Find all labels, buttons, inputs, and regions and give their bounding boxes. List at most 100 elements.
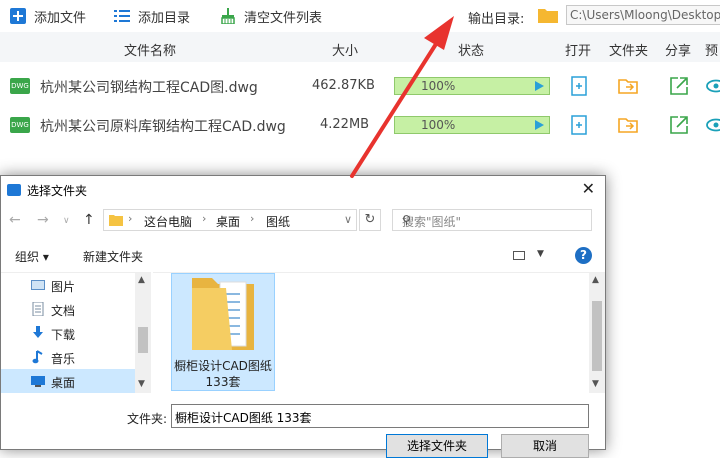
header-share: 分享 — [665, 44, 692, 59]
help-icon[interactable]: ? — [575, 247, 592, 264]
toolbar: 添加文件 添加目录 清空文件列表 输出目录: C:\Users\Mloong\D… — [0, 0, 720, 32]
file-name: 杭州某公司钢结构工程CAD图.dwg — [40, 80, 258, 96]
folder-icon — [109, 215, 123, 226]
tree-item-desktop[interactable]: 桌面 — [1, 369, 135, 393]
progress-bar: 100% — [394, 116, 550, 134]
breadcrumb-item[interactable]: 这台电脑 — [144, 213, 192, 230]
back-arrow-icon[interactable]: ← — [9, 212, 21, 228]
clear-list-button[interactable]: 清空文件列表 — [220, 6, 322, 26]
new-folder-button[interactable]: 新建文件夹 — [83, 248, 143, 265]
view-dropdown-icon[interactable]: ▼ — [537, 249, 544, 259]
progress-text: 100% — [421, 79, 456, 93]
share-icon[interactable] — [669, 76, 689, 96]
header-folder: 文件夹 — [609, 44, 649, 59]
scroll-down-icon[interactable]: ▼ — [592, 379, 599, 389]
tree-item-label: 下载 — [51, 328, 76, 342]
folder-name-field[interactable]: 橱柜设计CAD图纸 133套 — [171, 404, 589, 428]
tree-item-label: 图片 — [51, 280, 76, 294]
list-icon — [114, 8, 130, 24]
address-bar[interactable]: › 这台电脑 › 桌面 › 图纸 ∨ — [103, 209, 357, 231]
breadcrumb-separator: › — [128, 212, 133, 225]
scroll-up-icon[interactable]: ▲ — [592, 275, 599, 285]
header-open: 打开 — [565, 44, 592, 59]
dwg-file-icon: DWG — [10, 117, 30, 133]
folder-large-icon — [192, 278, 254, 350]
tree-item-downloads[interactable]: 下载 — [1, 321, 135, 345]
breadcrumb-separator: › — [250, 212, 255, 225]
forward-arrow-icon[interactable]: → — [37, 212, 49, 228]
tree-item-pictures[interactable]: 图片 — [1, 273, 135, 297]
preview-eye-icon[interactable] — [706, 115, 720, 135]
add-file-button[interactable]: 添加文件 — [10, 6, 86, 26]
file-name: 杭州某公司原料库钢结构工程CAD.dwg — [40, 119, 286, 135]
tree-item-documents[interactable]: 文档 — [1, 297, 135, 321]
open-file-icon[interactable] — [569, 115, 589, 135]
tree-item-label: 桌面 — [51, 376, 76, 390]
add-file-label: 添加文件 — [34, 10, 87, 26]
header-name: 文件名称 — [124, 44, 177, 59]
file-size: 462.87KB — [312, 78, 375, 93]
recent-chevron-icon[interactable]: ∨ — [63, 216, 70, 226]
dialog-titlebar: 选择文件夹 — [7, 180, 87, 200]
file-list-area: 橱柜设计CAD图纸 133套 ▲ ▼ — [153, 272, 605, 393]
pictures-icon — [31, 280, 45, 290]
open-folder-icon[interactable] — [618, 115, 638, 135]
table-row[interactable]: DWG 杭州某公司钢结构工程CAD图.dwg 462.87KB 100% — [0, 67, 720, 105]
select-folder-dialog: 选择文件夹 ✕ ← → ∨ ↑ › 这台电脑 › 桌面 › 图纸 ∨ ↻ 搜索"… — [0, 175, 606, 458]
progress-fill — [395, 117, 549, 133]
desktop-icon — [31, 376, 45, 387]
dialog-title: 选择文件夹 — [27, 183, 88, 198]
file-size: 4.22MB — [320, 117, 370, 132]
progress-bar: 100% — [394, 77, 550, 95]
search-box[interactable]: 搜索"图纸" ⚲ — [392, 209, 592, 231]
clear-list-label: 清空文件列表 — [244, 10, 323, 26]
breadcrumb-item[interactable]: 图纸 — [266, 213, 290, 230]
address-dropdown-icon[interactable]: ∨ — [344, 213, 352, 226]
header-size: 大小 — [332, 44, 359, 59]
tree-item-music[interactable]: 音乐 — [1, 345, 135, 369]
open-file-icon[interactable] — [569, 76, 589, 96]
preview-eye-icon[interactable] — [706, 76, 720, 96]
tree-item-label: 文档 — [51, 304, 76, 318]
file-area-scrollbar[interactable]: ▲ ▼ — [589, 273, 605, 393]
output-folder-icon[interactable] — [538, 7, 558, 23]
navigation-scrollbar[interactable]: ▲ ▼ — [135, 273, 151, 393]
share-icon[interactable] — [669, 115, 689, 135]
dwg-file-icon: DWG — [10, 78, 30, 94]
output-path-field[interactable]: C:\Users\Mloong\Desktop — [566, 5, 720, 25]
play-icon[interactable] — [535, 120, 544, 130]
view-options-icon[interactable] — [513, 251, 525, 260]
tree-item-label: 音乐 — [51, 352, 76, 366]
app-icon — [7, 184, 21, 196]
close-icon[interactable]: ✕ — [582, 179, 595, 198]
add-folder-button[interactable]: 添加目录 — [114, 6, 190, 26]
up-arrow-icon[interactable]: ↑ — [83, 212, 95, 228]
scroll-up-icon[interactable]: ▲ — [138, 275, 145, 285]
header-status: 状态 — [458, 44, 485, 59]
plus-icon — [10, 8, 26, 24]
cancel-button[interactable]: 取消 — [501, 434, 589, 458]
scrollbar-thumb[interactable] — [592, 301, 602, 371]
navigation-pane: 图片 文档 下载 音乐 桌面 ▲ ▼ — [1, 272, 151, 393]
breadcrumb-item[interactable]: 桌面 — [216, 213, 240, 230]
add-folder-label: 添加目录 — [138, 10, 191, 26]
header-preview: 预 — [705, 44, 719, 59]
folder-field-label: 文件夹: — [127, 412, 168, 426]
documents-icon — [32, 302, 44, 316]
table-row[interactable]: DWG 杭州某公司原料库钢结构工程CAD.dwg 4.22MB 100% — [0, 106, 720, 144]
downloads-icon — [33, 326, 43, 338]
breadcrumb-separator: › — [202, 212, 207, 225]
file-table-header: 文件名称 大小 状态 打开 文件夹 分享 预 — [0, 32, 720, 62]
search-icon: ⚲ — [402, 213, 411, 227]
organize-menu[interactable]: 组织 ▾ — [15, 248, 49, 265]
music-icon — [32, 350, 43, 364]
select-folder-button[interactable]: 选择文件夹 — [386, 434, 488, 458]
progress-fill — [395, 78, 549, 94]
play-icon[interactable] — [535, 81, 544, 91]
output-dir-label: 输出目录: — [468, 12, 525, 27]
folder-item[interactable]: 橱柜设计CAD图纸 133套 — [171, 273, 275, 391]
scrollbar-thumb[interactable] — [138, 327, 148, 353]
open-folder-icon[interactable] — [618, 76, 638, 96]
scroll-down-icon[interactable]: ▼ — [138, 379, 145, 389]
refresh-icon[interactable]: ↻ — [359, 209, 381, 231]
